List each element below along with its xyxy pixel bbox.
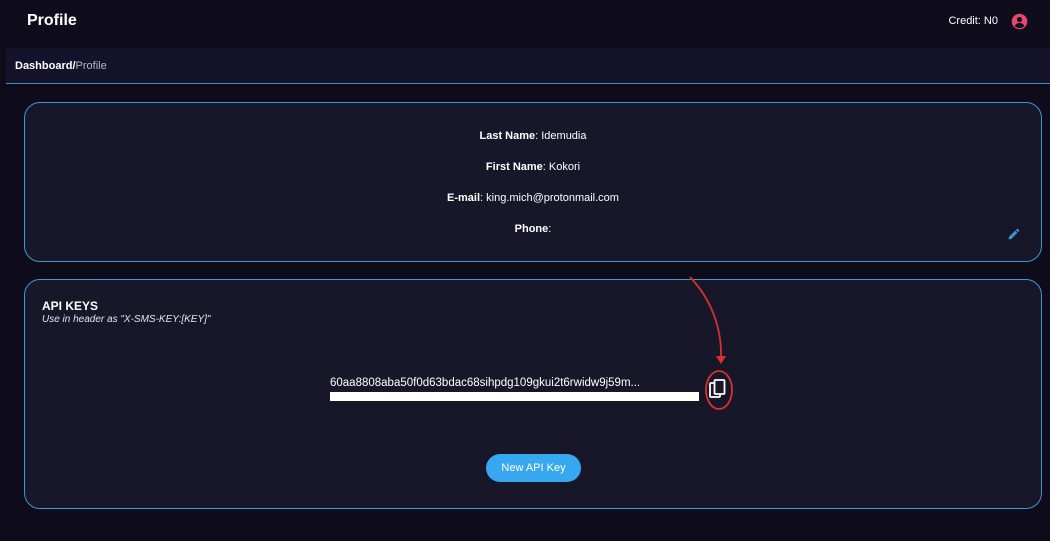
- page-title: Profile: [27, 12, 77, 29]
- profile-info-card: Last Name: Idemudia First Name: Kokori E…: [24, 102, 1042, 262]
- new-api-key-button[interactable]: New API Key: [486, 454, 581, 482]
- credit-balance: Credit: N0: [948, 15, 998, 27]
- phone-row: Phone:: [25, 223, 1041, 235]
- first-name-value: : Kokori: [542, 161, 581, 173]
- phone-value: :: [548, 223, 552, 235]
- phone-label: Phone: [514, 223, 549, 235]
- api-keys-title: API KEYS: [42, 299, 99, 313]
- api-key-highlight: [330, 391, 699, 401]
- first-name-row: First Name: Kokori: [25, 161, 1041, 173]
- first-name-label: First Name: [485, 161, 543, 173]
- copy-icon[interactable]: [709, 379, 726, 399]
- breadcrumb-bar: Dashboard/Profile: [6, 48, 1050, 84]
- api-keys-subtitle: Use in header as "X-SMS-KEY:[KEY]": [42, 314, 211, 325]
- top-bar: Profile Credit: N0: [0, 0, 1050, 48]
- pencil-icon[interactable]: [1007, 227, 1021, 241]
- breadcrumb-dashboard-link[interactable]: Dashboard: [15, 60, 72, 72]
- api-key-field[interactable]: 60aa8808aba50f0d63bdac68sihpdg109gkui2t6…: [330, 376, 699, 405]
- email-label: E-mail: [447, 192, 481, 204]
- email-value: : king.mich@protonmail.com: [480, 192, 619, 204]
- last-name-label: Last Name: [479, 130, 536, 142]
- last-name-row: Last Name: Idemudia: [25, 130, 1041, 142]
- breadcrumb-current: Profile: [75, 60, 107, 72]
- api-key-value[interactable]: 60aa8808aba50f0d63bdac68sihpdg109gkui2t6…: [330, 376, 699, 392]
- api-keys-card: API KEYS Use in header as "X-SMS-KEY:[KE…: [24, 279, 1042, 509]
- breadcrumb: Dashboard/Profile: [15, 60, 107, 72]
- last-name-value: : Idemudia: [535, 130, 587, 142]
- email-row: E-mail: king.mich@protonmail.com: [25, 192, 1041, 204]
- user-circle-icon[interactable]: [1011, 13, 1028, 30]
